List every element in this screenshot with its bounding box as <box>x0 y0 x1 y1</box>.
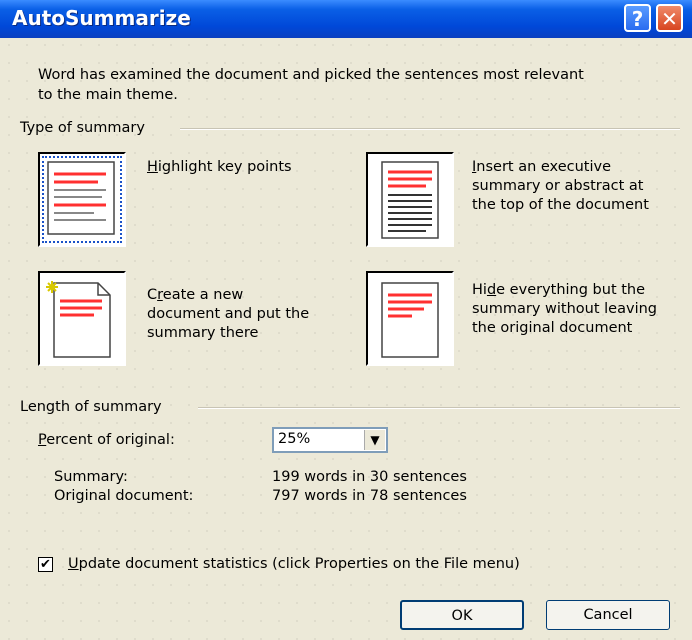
cancel-button[interactable]: Cancel <box>546 600 670 630</box>
length-group-divider <box>198 407 680 409</box>
option-create-label[interactable]: Create a new document and put the summary … <box>147 286 309 343</box>
option-create-new-document[interactable] <box>38 271 126 366</box>
option-hide-everything[interactable] <box>366 271 454 366</box>
intro-line-2: to the main theme. <box>38 87 178 103</box>
help-button[interactable]: ? <box>624 4 651 32</box>
summary-stat-value: 199 words in 30 sentences <box>272 469 467 485</box>
option-insert-label[interactable]: Insert an executive summary or abstract a… <box>472 158 649 215</box>
checkmark-icon: ✔ <box>40 557 51 572</box>
percent-of-original-label: Percent of original: <box>38 432 175 448</box>
update-statistics-label[interactable]: Update document statistics (click Proper… <box>68 555 520 574</box>
ok-button[interactable]: OK <box>400 600 524 630</box>
length-of-summary-label: Length of summary <box>20 399 162 415</box>
option-insert-executive-summary[interactable] <box>366 152 454 247</box>
percent-dropdown[interactable]: 25% ▼ <box>272 427 388 453</box>
autosummarize-dialog: AutoSummarize ? ✕ Word has examined the … <box>0 0 692 640</box>
summary-stat-label: Summary: <box>54 469 128 485</box>
original-stat-label: Original document: <box>54 488 194 504</box>
intro-line-1: Word has examined the document and picke… <box>38 67 584 83</box>
type-group-divider <box>180 128 680 130</box>
close-button[interactable]: ✕ <box>656 4 683 32</box>
chevron-down-icon[interactable]: ▼ <box>364 430 385 450</box>
option-hide-label[interactable]: Hide everything but the summary without l… <box>472 281 657 338</box>
percent-value: 25% <box>278 431 311 447</box>
option-highlight-key-points[interactable] <box>38 152 126 247</box>
highlight-document-icon <box>47 161 115 235</box>
option-highlight-label[interactable]: Highlight key points <box>147 158 292 177</box>
original-stat-value: 797 words in 78 sentences <box>272 488 467 504</box>
hide-document-icon <box>381 282 439 358</box>
close-x-icon: ✕ <box>661 7 678 31</box>
question-mark-icon: ? <box>631 7 644 31</box>
executive-summary-document-icon <box>381 161 439 239</box>
window-title: AutoSummarize <box>12 6 191 30</box>
new-document-icon <box>46 281 111 358</box>
update-statistics-checkbox[interactable]: ✔ <box>38 557 53 572</box>
title-bar[interactable]: AutoSummarize ? ✕ <box>0 0 692 38</box>
type-of-summary-label: Type of summary <box>20 120 145 136</box>
